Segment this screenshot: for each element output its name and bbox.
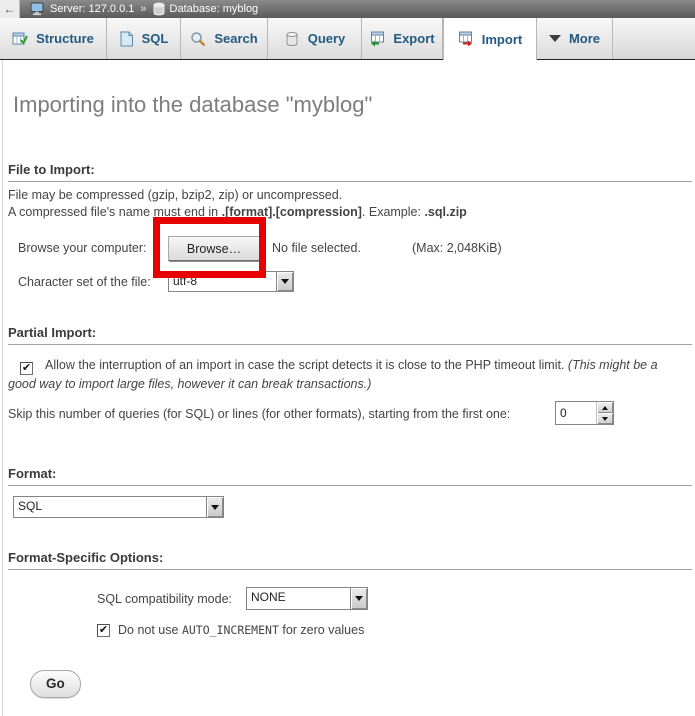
spinner-down-icon bbox=[602, 417, 608, 421]
skip-queries-label: Skip this number of queries (for SQL) or… bbox=[8, 407, 510, 421]
allow-interruption-text: Allow the interruption of an import in c… bbox=[45, 358, 568, 372]
tab-import[interactable]: Import bbox=[443, 18, 537, 60]
compression-line2-prefix: A compressed file's name must end in bbox=[8, 205, 222, 219]
phpmyadmin-import-page: ← Server: 127.0.0.1 » Database: myblog bbox=[0, 0, 695, 716]
export-icon bbox=[369, 31, 385, 47]
tab-import-label: Import bbox=[482, 32, 522, 47]
compression-example: .sql.zip bbox=[424, 205, 466, 219]
compression-help-text: File may be compressed (gzip, bzip2, zip… bbox=[8, 187, 467, 221]
sql-compat-select[interactable]: NONE bbox=[246, 587, 368, 610]
content-left-border bbox=[2, 60, 3, 716]
query-database-icon bbox=[284, 31, 300, 47]
skip-queries-input[interactable] bbox=[556, 402, 596, 424]
allow-interruption-checkbox[interactable]: ✔ bbox=[20, 362, 33, 375]
tab-more[interactable]: More bbox=[537, 18, 613, 59]
sql-compat-label: SQL compatibility mode: bbox=[97, 592, 232, 606]
breadcrumb-bar: ← Server: 127.0.0.1 » Database: myblog bbox=[0, 0, 695, 18]
section-partial-import: Partial Import: bbox=[8, 325, 692, 345]
format-select-value: SQL bbox=[14, 497, 206, 517]
search-icon bbox=[190, 31, 206, 47]
browse-computer-label: Browse your computer: bbox=[18, 241, 147, 255]
breadcrumb-database-link[interactable]: Database: myblog bbox=[153, 2, 259, 16]
browse-button[interactable]: Browse… bbox=[168, 236, 260, 261]
section-file-to-import: File to Import: bbox=[8, 162, 692, 182]
nav-collapse-arrow-icon[interactable]: ← bbox=[0, 0, 20, 18]
section-format: Format: bbox=[8, 466, 692, 486]
tab-sql[interactable]: SQL bbox=[107, 18, 181, 59]
zero-values-suffix: for zero values bbox=[279, 623, 364, 637]
skip-queries-spinner bbox=[555, 401, 614, 425]
sql-icon bbox=[119, 31, 134, 47]
breadcrumb-database-label: Database: myblog bbox=[170, 3, 259, 15]
zero-values-checkbox[interactable]: ✔ bbox=[97, 624, 110, 637]
import-icon bbox=[458, 31, 474, 47]
chevron-down-icon bbox=[549, 35, 561, 42]
zero-values-prefix: Do not use bbox=[118, 623, 182, 637]
tab-search-label: Search bbox=[214, 31, 257, 46]
spinner-up-button[interactable] bbox=[597, 402, 613, 413]
server-icon bbox=[30, 2, 45, 16]
spinner-up-icon bbox=[602, 406, 608, 410]
sql-compat-dropdown-arrow-icon[interactable] bbox=[350, 588, 367, 609]
section-format-specific-options: Format-Specific Options: bbox=[8, 550, 692, 570]
tab-query[interactable]: Query bbox=[268, 18, 362, 59]
charset-select[interactable]: utf-8 bbox=[168, 271, 294, 292]
sql-compat-select-value: NONE bbox=[247, 588, 350, 609]
spinner-buttons bbox=[596, 402, 613, 424]
tab-structure[interactable]: Structure bbox=[0, 18, 107, 59]
check-icon: ✔ bbox=[99, 625, 108, 636]
format-dropdown-arrow-icon[interactable] bbox=[206, 497, 223, 517]
charset-select-value: utf-8 bbox=[169, 272, 276, 291]
breadcrumb-server-label: Server: 127.0.0.1 bbox=[50, 3, 134, 15]
tab-more-label: More bbox=[569, 31, 600, 46]
max-size-text: (Max: 2,048KiB) bbox=[412, 241, 502, 255]
format-select[interactable]: SQL bbox=[13, 496, 224, 518]
compression-line2-middle: . Example: bbox=[362, 205, 425, 219]
tab-bar: Structure SQL Search Query bbox=[0, 18, 695, 60]
page-title: Importing into the database "myblog" bbox=[13, 92, 372, 118]
tab-structure-label: Structure bbox=[36, 31, 94, 46]
charset-dropdown-arrow-icon[interactable] bbox=[276, 272, 293, 291]
zero-values-row: ✔ Do not use AUTO_INCREMENT for zero val… bbox=[97, 623, 364, 637]
tab-query-label: Query bbox=[308, 31, 346, 46]
tab-export-label: Export bbox=[393, 31, 434, 46]
breadcrumb-separator: » bbox=[140, 3, 146, 15]
database-icon bbox=[153, 2, 165, 16]
tab-export[interactable]: Export bbox=[362, 18, 443, 59]
spinner-down-button[interactable] bbox=[597, 413, 613, 424]
tab-sql-label: SQL bbox=[142, 31, 169, 46]
tab-search[interactable]: Search bbox=[181, 18, 268, 59]
zero-values-code: AUTO_INCREMENT bbox=[182, 623, 279, 637]
go-button[interactable]: Go bbox=[30, 670, 81, 698]
compression-format-pattern: .[format].[compression] bbox=[222, 205, 362, 219]
tab-bar-filler bbox=[613, 18, 695, 59]
check-icon: ✔ bbox=[22, 363, 31, 374]
compression-line1: File may be compressed (gzip, bzip2, zip… bbox=[8, 188, 342, 202]
zero-values-label: Do not use AUTO_INCREMENT for zero value… bbox=[118, 623, 364, 637]
structure-icon bbox=[12, 31, 28, 47]
allow-interruption-row: ✔ Allow the interruption of an import in … bbox=[8, 356, 688, 393]
breadcrumb-server-link[interactable]: Server: 127.0.0.1 bbox=[30, 2, 134, 16]
no-file-selected-text: No file selected. bbox=[272, 241, 361, 255]
charset-label: Character set of the file: bbox=[18, 275, 151, 289]
